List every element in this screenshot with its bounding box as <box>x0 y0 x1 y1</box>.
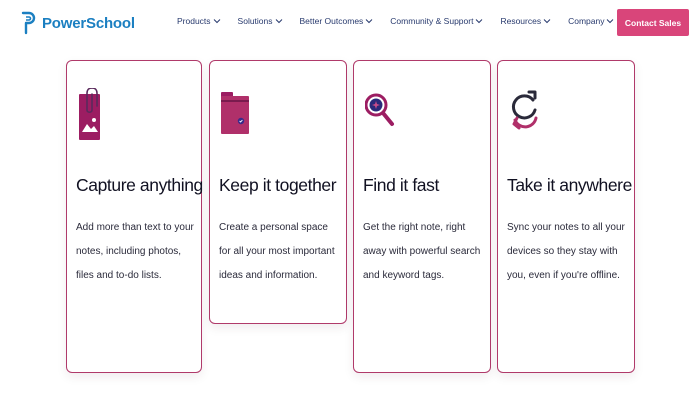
card-title: Keep it together <box>219 175 337 195</box>
feature-card-search: Find it fast Get the right note, right a… <box>353 60 491 373</box>
nav-item-label: Products <box>177 16 211 26</box>
feature-card-organize: Keep it together Create a personal space… <box>209 60 347 324</box>
nav-item-company[interactable]: Company <box>568 16 614 26</box>
card-title: Take it anywhere <box>507 175 632 195</box>
chevron-down-icon <box>543 17 551 25</box>
chevron-down-icon <box>475 17 483 25</box>
card-description: Create a personal space for all your mos… <box>219 222 335 281</box>
nav-item-label: Solutions <box>237 16 273 26</box>
nav-item-better-outcomes[interactable]: Better Outcomes <box>300 16 374 26</box>
card-title: Find it fast <box>363 175 439 195</box>
search-icon <box>365 88 395 140</box>
nav-item-label: Company <box>568 16 605 26</box>
nav-item-community-support[interactable]: Community & Support <box>390 16 483 26</box>
chevron-down-icon <box>606 17 614 25</box>
top-navigation: PowerSchool Products Solutions Better Ou… <box>0 0 700 46</box>
nav-item-label: Community & Support <box>390 16 474 26</box>
nav-item-label: Resources <box>500 16 542 26</box>
card-description: Add more than text to your notes, includ… <box>76 222 194 281</box>
folder-icon <box>221 88 251 140</box>
card-description: Get the right note, right away with powe… <box>363 222 481 281</box>
feature-card-sync: Take it anywhere Sync your notes to all … <box>497 60 635 373</box>
feature-card-capture: Capture anything Add more than text to y… <box>66 60 203 373</box>
attachment-image-icon <box>78 88 108 140</box>
nav-item-products[interactable]: Products <box>177 16 221 26</box>
nav-item-solutions[interactable]: Solutions <box>238 16 283 26</box>
card-title: Capture anything <box>76 175 203 195</box>
main-menu: Products Solutions Better Outcomes Commu… <box>177 16 631 26</box>
chevron-down-icon <box>275 17 283 25</box>
card-description: Sync your notes to all your devices so t… <box>507 222 625 281</box>
brand-logo[interactable]: PowerSchool <box>20 10 135 36</box>
brand-name: PowerSchool <box>42 14 135 32</box>
nav-item-label: Better Outcomes <box>299 16 364 26</box>
contact-sales-button[interactable]: Contact Sales <box>617 9 689 36</box>
nav-item-resources[interactable]: Resources <box>500 16 551 26</box>
page: PowerSchool Products Solutions Better Ou… <box>0 0 700 400</box>
chevron-down-icon <box>213 17 221 25</box>
chevron-down-icon <box>365 17 373 25</box>
sync-icon <box>509 88 539 140</box>
powerschool-logo-icon <box>20 11 36 35</box>
